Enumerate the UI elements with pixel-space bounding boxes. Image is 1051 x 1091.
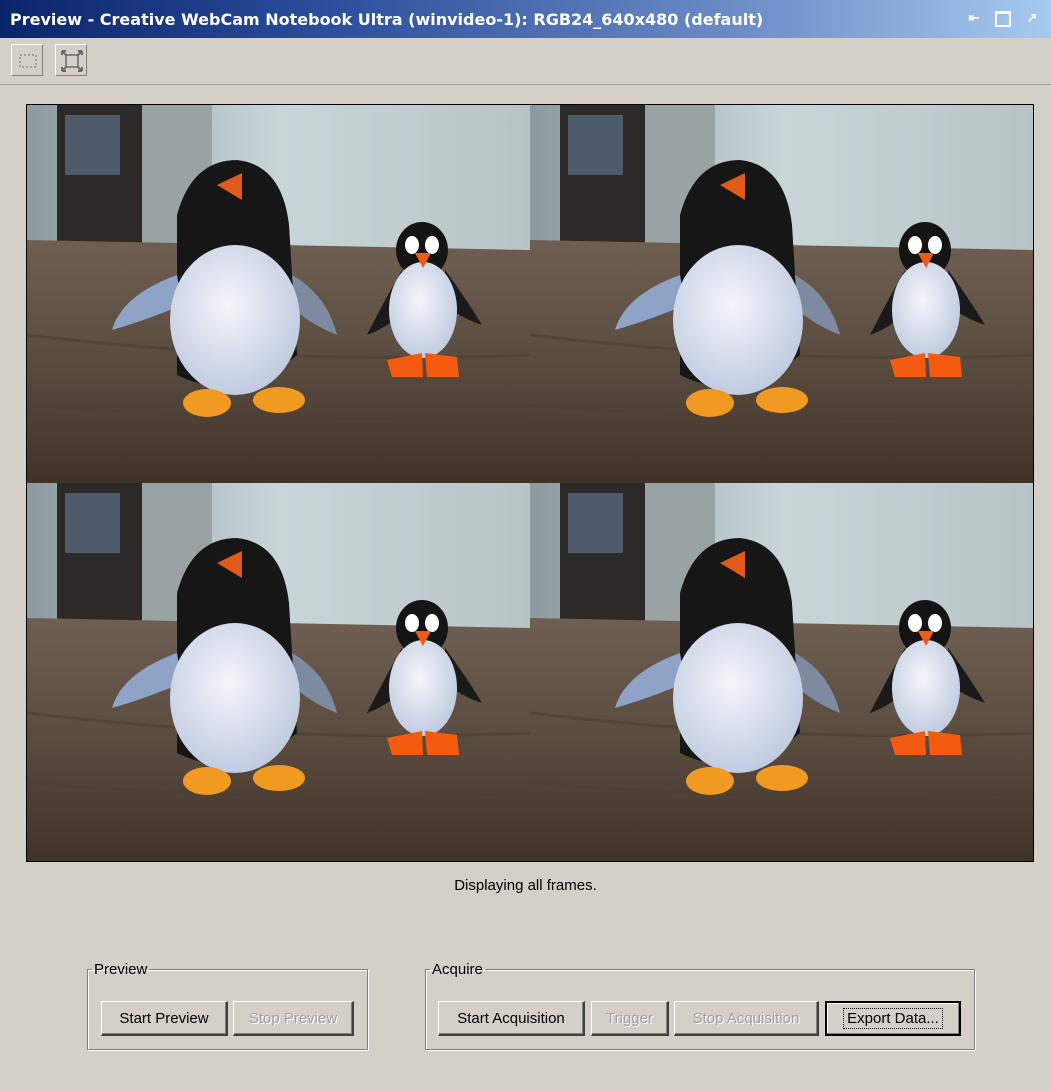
region-of-interest-tool[interactable] <box>11 44 43 76</box>
window-titlebar: Preview - Creative WebCam Notebook Ultra… <box>0 0 1051 39</box>
video-preview-area <box>26 104 1034 862</box>
maximize-icon[interactable] <box>995 11 1011 27</box>
preview-frame-4 <box>530 483 1033 861</box>
acquire-group-legend: Acquire <box>432 961 483 978</box>
toolbar <box>0 38 1051 85</box>
trigger-button[interactable]: Trigger <box>591 1001 669 1036</box>
dock-icon[interactable]: ⇤ <box>967 10 981 26</box>
stop-preview-button[interactable]: Stop Preview <box>233 1001 354 1036</box>
preview-frame-1 <box>27 105 530 483</box>
fit-to-window-tool[interactable] <box>55 44 87 76</box>
export-data-button[interactable]: Export Data... <box>825 1001 961 1036</box>
expand-corners-icon <box>61 50 83 72</box>
preview-status-text: Displaying all frames. <box>454 877 597 894</box>
start-acquisition-button[interactable]: Start Acquisition <box>438 1001 585 1036</box>
dashed-rectangle-icon <box>19 54 37 68</box>
start-preview-button[interactable]: Start Preview <box>101 1001 228 1036</box>
preview-frame-3 <box>27 483 530 861</box>
window-title: Preview - Creative WebCam Notebook Ultra… <box>10 10 764 29</box>
preview-frame-2 <box>530 105 1033 483</box>
preview-group-legend: Preview <box>94 961 148 978</box>
undock-icon[interactable]: ↗ <box>1025 10 1039 26</box>
stop-acquisition-button[interactable]: Stop Acquisition <box>674 1001 819 1036</box>
